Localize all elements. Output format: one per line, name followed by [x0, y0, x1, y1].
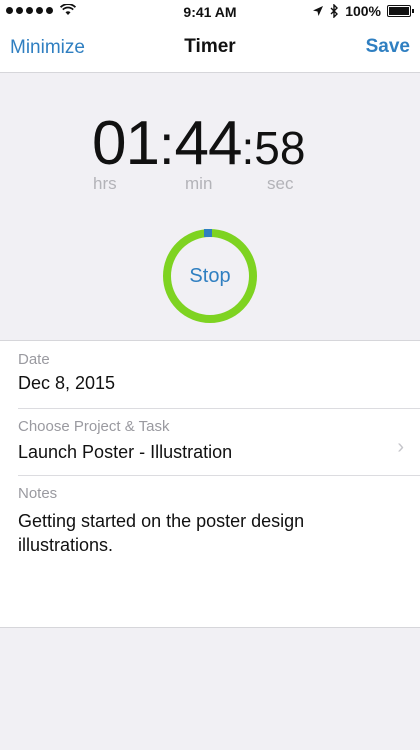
sec-label: sec: [267, 174, 294, 193]
divider: [18, 475, 420, 476]
status-bar: 9:41 AM 100%: [0, 0, 420, 24]
timer-display: 01 : 44 : 58: [92, 113, 305, 175]
nav-bar: Minimize Timer Save: [0, 24, 420, 73]
date-row[interactable]: Date Dec 8, 2015: [0, 341, 420, 408]
timer-minutes: 44: [174, 109, 243, 178]
chevron-right-icon[interactable]: ›: [397, 436, 404, 459]
timer-colon: :: [241, 122, 255, 174]
stop-button-label: Stop: [189, 264, 231, 287]
timer-hours: 01: [92, 109, 160, 178]
hrs-label: hrs: [93, 174, 117, 193]
notes-label: Notes: [18, 485, 58, 502]
battery-icon: [387, 5, 414, 17]
stop-button[interactable]: Stop: [162, 228, 258, 324]
timer-seconds: 58: [254, 122, 306, 174]
timer-colon: :: [158, 113, 175, 176]
timer-panel: 01 : 44 : 58 hrs min sec Stop: [0, 73, 420, 340]
project-task-row[interactable]: Choose Project & Task Launch Poster - Il…: [0, 409, 420, 475]
save-button[interactable]: Save: [366, 36, 410, 58]
date-value: Dec 8, 2015: [18, 373, 116, 393]
notes-field[interactable]: Getting started on the poster design ill…: [18, 509, 378, 557]
bluetooth-icon: [330, 4, 339, 18]
location-arrow-icon: [313, 6, 324, 16]
page-title: Timer: [184, 36, 236, 57]
battery-percent: 100%: [345, 3, 381, 19]
date-label: Date: [18, 351, 50, 368]
project-task-value: Launch Poster - Illustration: [18, 442, 233, 462]
timer-form: Date Dec 8, 2015 Choose Project & Task L…: [0, 340, 420, 628]
project-task-label: Choose Project & Task: [18, 418, 170, 435]
min-label: min: [185, 174, 213, 193]
